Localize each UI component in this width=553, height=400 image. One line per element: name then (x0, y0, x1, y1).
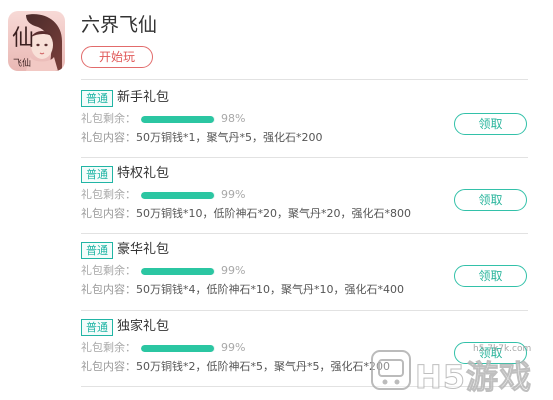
divider (81, 79, 528, 80)
pack-tag-badge: 普通 (81, 319, 113, 336)
content-label: 礼包内容： (81, 131, 136, 144)
content-label: 礼包内容： (81, 360, 136, 373)
claim-button[interactable]: 领取 (454, 265, 527, 287)
pack-content: 礼包内容：50万铜钱*1，聚气丹*5，强化石*200 (81, 130, 323, 146)
remain-progress-bar (141, 116, 215, 123)
svg-text:飞仙: 飞仙 (13, 57, 31, 69)
remain-progress-bar (141, 268, 215, 275)
content-label: 礼包内容： (81, 207, 136, 220)
remain-progress-fill (141, 345, 215, 352)
remain-progress-fill (141, 192, 215, 199)
content-label: 礼包内容： (81, 283, 136, 296)
divider (81, 157, 528, 158)
remain-progress-bar (141, 345, 215, 352)
content-items: 50万铜钱*10，低阶神石*20，聚气丹*20，强化石*800 (136, 207, 411, 220)
remain-progress-fill (141, 268, 215, 275)
content-items: 50万铜钱*4，低阶神石*10，聚气丹*10，强化石*400 (136, 283, 404, 296)
divider (81, 386, 528, 387)
gift-pack-privilege: 普通 特权礼包 礼包剩余： 99% 礼包内容：50万铜钱*10，低阶神石*20，… (81, 164, 541, 234)
claim-button[interactable]: 领取 (454, 113, 527, 135)
claim-button[interactable]: 领取 (454, 189, 527, 211)
remain-progress-bar (141, 192, 215, 199)
pack-name: 特权礼包 (117, 166, 170, 181)
game-title: 六界飞仙 (81, 14, 158, 36)
svg-text:仙: 仙 (12, 26, 34, 51)
remain-percent: 99% (221, 188, 246, 201)
game-character-icon: 仙 飞仙 (8, 11, 65, 71)
gift-pack-newbie: 普通 新手礼包 礼包剩余： 98% 礼包内容：50万铜钱*1，聚气丹*5，强化石… (81, 88, 541, 158)
pack-tag-badge: 普通 (81, 166, 113, 183)
pack-name: 新手礼包 (117, 90, 170, 105)
pack-name: 独家礼包 (117, 319, 170, 334)
gift-pack-exclusive: 普通 独家礼包 礼包剩余： 99% 礼包内容：50万铜钱*2，低阶神石*5，聚气… (81, 317, 541, 387)
pack-name: 豪华礼包 (117, 242, 170, 257)
remain-percent: 99% (221, 341, 246, 354)
gift-pack-deluxe: 普通 豪华礼包 礼包剩余： 99% 礼包内容：50万铜钱*4，低阶神石*10，聚… (81, 240, 541, 310)
divider (81, 310, 528, 311)
remain-percent: 98% (221, 112, 246, 125)
game-icon[interactable]: 仙 飞仙 (8, 11, 65, 71)
pack-content: 礼包内容：50万铜钱*2，低阶神石*5，聚气丹*5，强化石*200 (81, 359, 390, 375)
claim-button[interactable]: 领取 (454, 342, 527, 364)
pack-content: 礼包内容：50万铜钱*4，低阶神石*10，聚气丹*10，强化石*400 (81, 282, 404, 298)
divider (81, 233, 528, 234)
pack-tag-badge: 普通 (81, 90, 113, 107)
remain-label: 礼包剩余： (81, 341, 136, 354)
content-items: 50万铜钱*2，低阶神石*5，聚气丹*5，强化石*200 (136, 360, 390, 373)
pack-content: 礼包内容：50万铜钱*10，低阶神石*20，聚气丹*20，强化石*800 (81, 206, 411, 222)
remain-progress-fill (141, 116, 214, 123)
start-play-button[interactable]: 开始玩 (81, 46, 153, 68)
remain-label: 礼包剩余： (81, 264, 136, 277)
remain-label: 礼包剩余： (81, 112, 136, 125)
remain-label: 礼包剩余： (81, 188, 136, 201)
remain-percent: 99% (221, 264, 246, 277)
pack-tag-badge: 普通 (81, 242, 113, 259)
content-items: 50万铜钱*1，聚气丹*5，强化石*200 (136, 131, 323, 144)
